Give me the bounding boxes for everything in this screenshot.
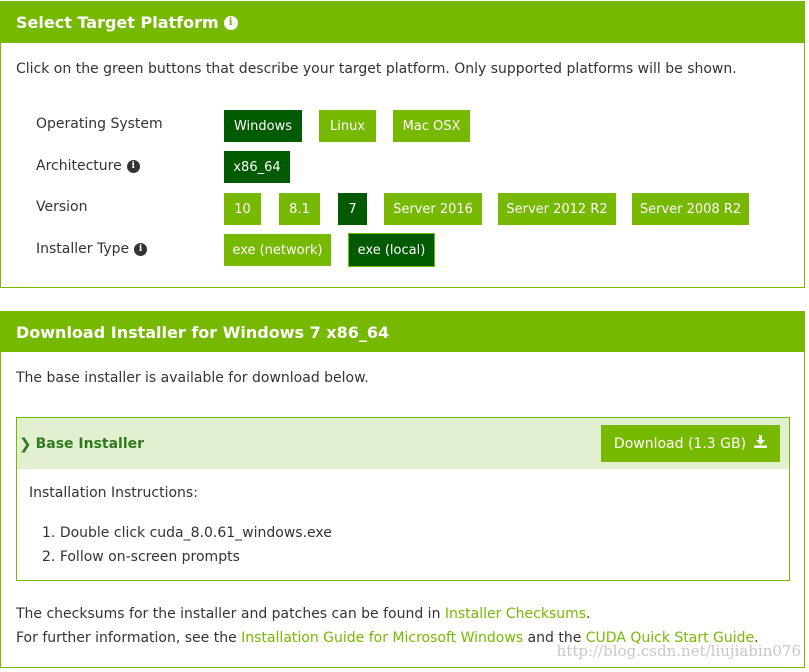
installer-type-label: Installer Type i — [36, 241, 148, 257]
installation-instructions-title: Installation Instructions: — [29, 485, 198, 501]
installer-exe-local-button[interactable]: exe (local) — [349, 234, 434, 266]
base-installer-label: Base Installer — [35, 435, 145, 452]
version-8-1-button[interactable]: 8.1 — [279, 193, 320, 225]
download-button[interactable]: Download (1.3 GB) — [601, 425, 780, 462]
installation-guide-link[interactable]: Installation Guide for Microsoft Windows — [241, 630, 523, 646]
watermark: http://blog.csdn.net/liujiabin076 — [556, 642, 801, 660]
platform-description: Click on the green buttons that describe… — [16, 61, 737, 77]
list-item: 2. Follow on-screen prompts — [42, 549, 240, 565]
base-installer-header[interactable]: ❯ Base Installer Download (1.3 GB) — [17, 418, 789, 469]
os-windows-button[interactable]: Windows — [224, 110, 302, 142]
download-installer-panel: Download Installer for Windows 7 x86_64 … — [0, 311, 805, 668]
version-label: Version — [36, 199, 88, 215]
download-icon — [754, 435, 768, 452]
installation-steps-list: 1. Double click cuda_8.0.61_windows.exe … — [42, 521, 332, 569]
os-macosx-button[interactable]: Mac OSX — [393, 110, 470, 142]
info-icon[interactable]: i — [223, 15, 238, 30]
download-installer-header: Download Installer for Windows 7 x86_64 — [1, 312, 804, 352]
architecture-label: Architecture i — [36, 158, 140, 174]
os-label: Operating System — [36, 116, 163, 132]
download-button-label: Download (1.3 GB) — [613, 435, 747, 452]
installer-exe-network-button[interactable]: exe (network) — [224, 234, 331, 266]
download-installer-title: Download Installer for Windows 7 x86_64 — [16, 322, 390, 342]
version-server-2016-button[interactable]: Server 2016 — [384, 193, 482, 225]
version-10-button[interactable]: 10 — [224, 193, 261, 225]
arch-x86_64-button[interactable]: x86_64 — [224, 151, 290, 183]
version-server-2012-r2-button[interactable]: Server 2012 R2 — [498, 193, 616, 225]
select-platform-title: Select Target Platform — [16, 13, 219, 32]
installer-checksums-link[interactable]: Installer Checksums — [445, 606, 586, 622]
download-description: The base installer is available for down… — [16, 370, 369, 386]
chevron-right-icon: ❯ — [19, 434, 32, 453]
info-icon[interactable]: i — [126, 159, 140, 173]
version-server-2008-r2-button[interactable]: Server 2008 R2 — [632, 193, 749, 225]
list-item: 1. Double click cuda_8.0.61_windows.exe — [42, 525, 332, 541]
checksum-line: The checksums for the installer and patc… — [16, 606, 591, 622]
base-installer-box: ❯ Base Installer Download (1.3 GB) Insta… — [16, 417, 790, 581]
select-platform-header: Select Target Platform i — [1, 2, 804, 43]
info-icon[interactable]: i — [134, 242, 148, 256]
os-linux-button[interactable]: Linux — [319, 110, 376, 142]
select-platform-panel: Select Target Platform i Click on the gr… — [0, 1, 805, 288]
version-7-button[interactable]: 7 — [338, 193, 367, 225]
